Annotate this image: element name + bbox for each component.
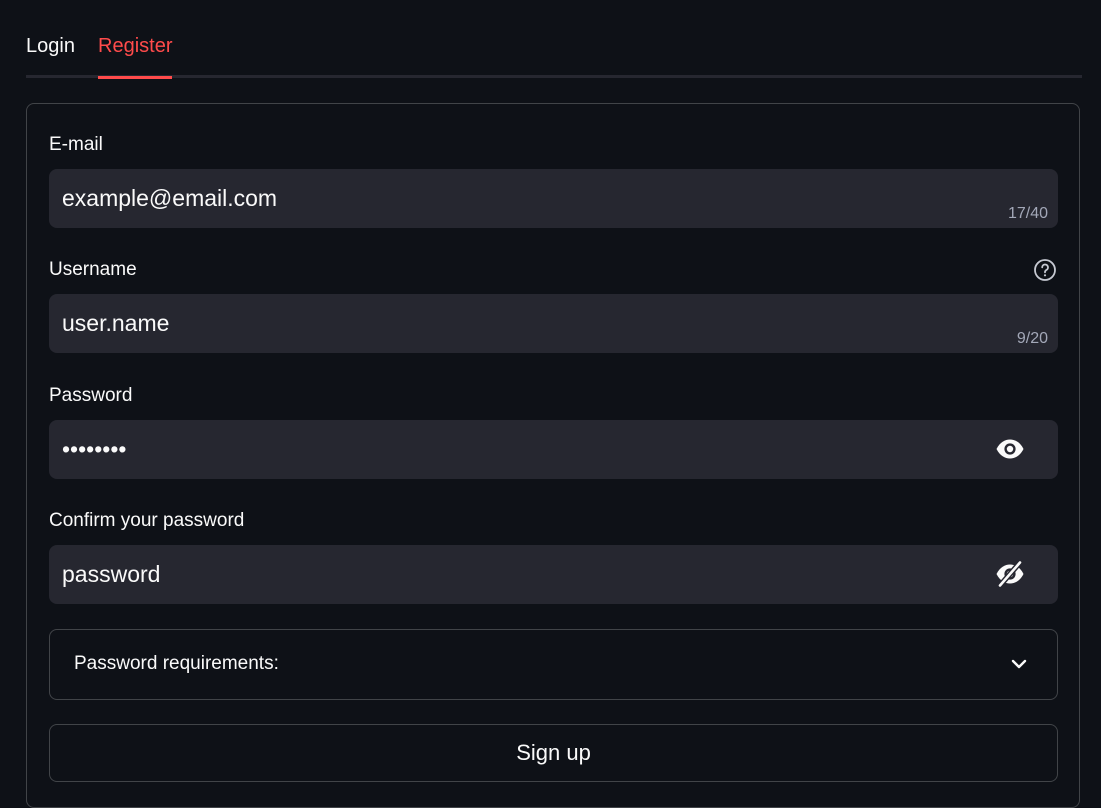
password-input[interactable] xyxy=(49,420,1058,479)
active-tab-indicator xyxy=(98,76,173,79)
tab-register[interactable]: Register xyxy=(98,32,173,79)
confirm-password-input[interactable] xyxy=(49,545,1058,604)
email-input[interactable] xyxy=(49,169,1058,228)
email-label: E-mail xyxy=(49,134,103,155)
question-circle-icon[interactable] xyxy=(1033,258,1057,282)
tab-login-label: Login xyxy=(26,35,75,57)
username-field-wrapper: 9/20 xyxy=(49,294,1058,353)
register-form: E-mail 17/40 Username 9/20 Password Conf… xyxy=(26,103,1080,808)
username-char-count: 9/20 xyxy=(1016,330,1048,347)
chevron-down-icon xyxy=(1008,653,1030,675)
password-field-wrapper xyxy=(49,420,1058,479)
eye-slash-icon[interactable] xyxy=(994,560,1026,588)
password-requirements-label: Password requirements: xyxy=(74,653,279,674)
eye-icon[interactable] xyxy=(994,435,1026,463)
email-char-count: 17/40 xyxy=(1007,205,1048,222)
tab-register-label: Register xyxy=(98,35,173,57)
confirm-password-field-wrapper xyxy=(49,545,1058,604)
tab-rail xyxy=(26,75,1082,78)
tab-login[interactable]: Login xyxy=(26,32,75,79)
confirm-password-label: Confirm your password xyxy=(49,510,245,531)
username-label: Username xyxy=(49,259,137,280)
sign-up-button[interactable]: Sign up xyxy=(49,724,1058,782)
email-field-wrapper: 17/40 xyxy=(49,169,1058,228)
auth-tabs: Login Register xyxy=(26,0,1082,79)
password-requirements-expander[interactable]: Password requirements: xyxy=(49,629,1058,700)
password-label: Password xyxy=(49,385,133,406)
username-input[interactable] xyxy=(49,294,1058,353)
